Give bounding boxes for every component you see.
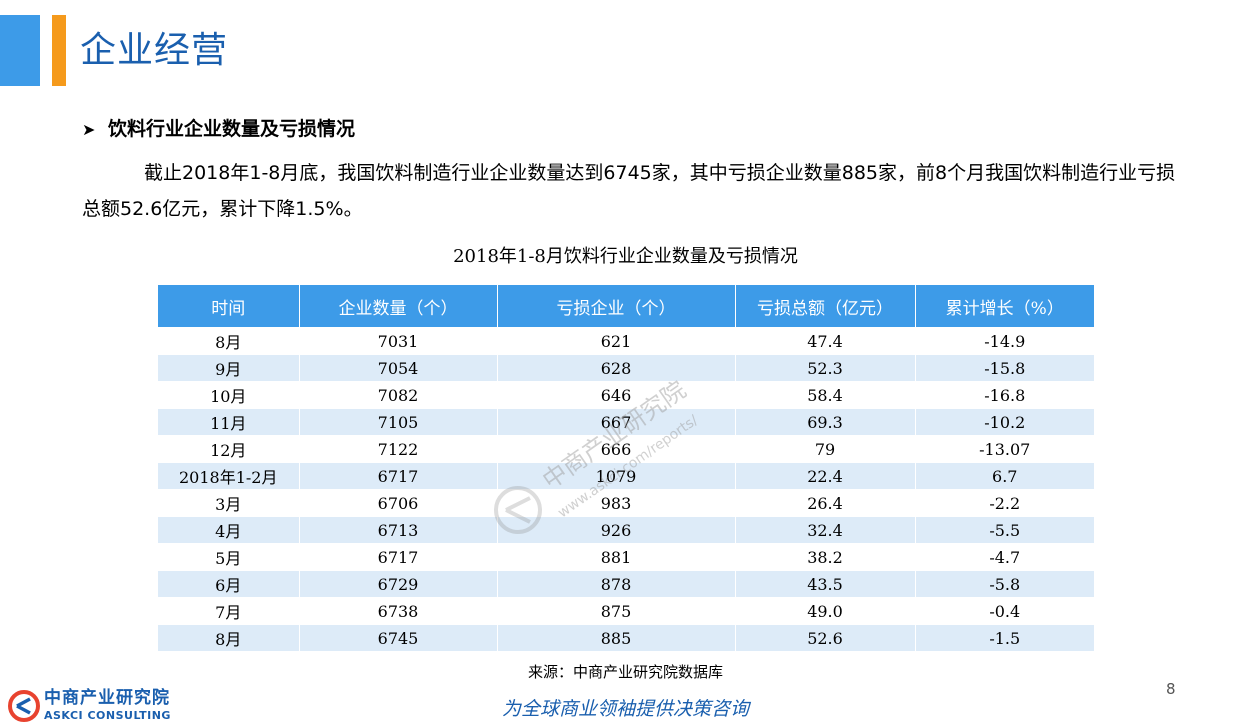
cell: 3月 <box>158 489 300 517</box>
table-row: 4月 6713 926 32.4 -5.5 <box>158 516 1094 544</box>
table-row: 10月 7082 646 58.4 -16.8 <box>158 381 1094 409</box>
cell: 885 <box>497 624 736 651</box>
cell: 12月 <box>158 435 300 463</box>
cell: 52.6 <box>735 624 916 651</box>
cell: -16.8 <box>915 381 1094 409</box>
table-row: 3月 6706 983 26.4 -2.2 <box>158 489 1094 517</box>
cell: 58.4 <box>735 381 916 409</box>
cell: 667 <box>497 408 736 436</box>
cell: 881 <box>497 543 736 571</box>
cell: 6月 <box>158 570 300 598</box>
cell: 2018年1-2月 <box>158 462 300 490</box>
cell: 10月 <box>158 381 300 409</box>
cell: 1079 <box>497 462 736 490</box>
section-heading: ➤ 饮料行业企业数量及亏损情况 <box>82 116 355 143</box>
title-accent-bar-blue <box>0 15 40 86</box>
cell: -1.5 <box>915 624 1094 651</box>
cell: -13.07 <box>915 435 1094 463</box>
header-total-loss: 亏损总额（亿元） <box>735 285 916 328</box>
cell: -4.7 <box>915 543 1094 571</box>
cell: 52.3 <box>735 354 916 382</box>
cell: 6738 <box>299 597 498 625</box>
cell: 6.7 <box>915 462 1094 490</box>
cell: 666 <box>497 435 736 463</box>
cell: 49.0 <box>735 597 916 625</box>
cell: 6717 <box>299 543 498 571</box>
table-row: 6月 6729 878 43.5 -5.8 <box>158 570 1094 598</box>
data-table: 时间 企业数量（个） 亏损企业（个） 亏损总额（亿元） 累计增长（%） 8月 70… <box>158 285 1094 651</box>
table-header-row: 时间 企业数量（个） 亏损企业（个） 亏损总额（亿元） 累计增长（%） <box>158 285 1094 328</box>
header-cumulative-growth: 累计增长（%） <box>915 285 1094 328</box>
cell: -15.8 <box>915 354 1094 382</box>
footer-slogan: 为全球商业领袖提供决策咨询 <box>501 698 749 720</box>
table-title: 2018年1-8月饮料行业企业数量及亏损情况 <box>453 246 798 267</box>
cell: 4月 <box>158 516 300 544</box>
header-company-count: 企业数量（个） <box>299 285 498 328</box>
cell: 6713 <box>299 516 498 544</box>
header-loss-companies: 亏损企业（个） <box>497 285 736 328</box>
cell: -2.2 <box>915 489 1094 517</box>
cell: -0.4 <box>915 597 1094 625</box>
arrow-bullet-icon: ➤ <box>82 120 96 139</box>
cell: 7031 <box>299 327 498 355</box>
cell: 875 <box>497 597 736 625</box>
summary-paragraph: 截止2018年1-8月底，我国饮料制造行业企业数量达到6745家，其中亏损企业数… <box>82 162 1176 220</box>
table-row: 2018年1-2月 6717 1079 22.4 6.7 <box>158 462 1094 490</box>
cell: 9月 <box>158 354 300 382</box>
title-accent-bar-orange <box>52 15 66 86</box>
cell: 7105 <box>299 408 498 436</box>
cell: 621 <box>497 327 736 355</box>
data-source: 来源：中商产业研究院数据库 <box>527 663 723 681</box>
table-row: 7月 6738 875 49.0 -0.4 <box>158 597 1094 625</box>
cell: 628 <box>497 354 736 382</box>
section-heading-text: 饮料行业企业数量及亏损情况 <box>108 118 356 140</box>
cell: 7054 <box>299 354 498 382</box>
cell: 5月 <box>158 543 300 571</box>
cell: 6745 <box>299 624 498 651</box>
cell: 8月 <box>158 327 300 355</box>
cell: 8月 <box>158 624 300 651</box>
cell: 7122 <box>299 435 498 463</box>
cell: 32.4 <box>735 516 916 544</box>
cell: 47.4 <box>735 327 916 355</box>
cell: 6706 <box>299 489 498 517</box>
cell: -5.5 <box>915 516 1094 544</box>
cell: 38.2 <box>735 543 916 571</box>
cell: 6729 <box>299 570 498 598</box>
cell: 646 <box>497 381 736 409</box>
cell: 22.4 <box>735 462 916 490</box>
cell: 6717 <box>299 462 498 490</box>
cell: -10.2 <box>915 408 1094 436</box>
table-row: 8月 7031 621 47.4 -14.9 <box>158 327 1094 355</box>
cell: -5.8 <box>915 570 1094 598</box>
table-row: 5月 6717 881 38.2 -4.7 <box>158 543 1094 571</box>
table-row: 8月 6745 885 52.6 -1.5 <box>158 624 1094 651</box>
header-time: 时间 <box>158 285 300 328</box>
cell: 7月 <box>158 597 300 625</box>
cell: 926 <box>497 516 736 544</box>
cell: 11月 <box>158 408 300 436</box>
cell: -14.9 <box>915 327 1094 355</box>
table-row: 12月 7122 666 79 -13.07 <box>158 435 1094 463</box>
table-row: 9月 7054 628 52.3 -15.8 <box>158 354 1094 382</box>
table-row: 11月 7105 667 69.3 -10.2 <box>158 408 1094 436</box>
cell: 7082 <box>299 381 498 409</box>
cell: 26.4 <box>735 489 916 517</box>
page-title: 企业经营 <box>80 30 229 71</box>
cell: 79 <box>735 435 916 463</box>
cell: 69.3 <box>735 408 916 436</box>
cell: 43.5 <box>735 570 916 598</box>
cell: 983 <box>497 489 736 517</box>
cell: 878 <box>497 570 736 598</box>
